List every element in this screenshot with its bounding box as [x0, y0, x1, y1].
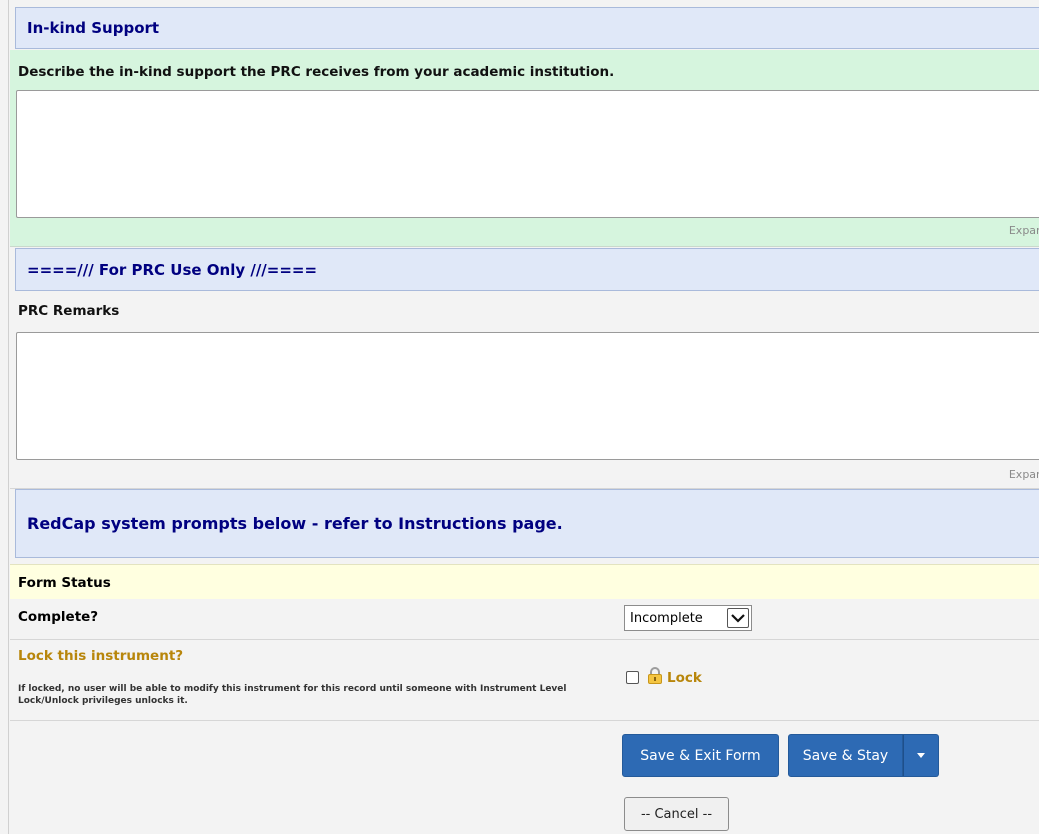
in-kind-field-row: Describe the in-kind support the PRC rec… [10, 50, 1039, 247]
lock-description: If locked, no user will be able to modif… [18, 684, 567, 706]
lock-control: Lock [626, 667, 702, 688]
section-title: RedCap system prompts below - refer to I… [27, 514, 563, 533]
complete-select[interactable]: Incomplete [624, 605, 752, 631]
caret-down-icon [917, 753, 925, 758]
lock-row: Lock this instrument? If locked, no user… [10, 640, 1039, 721]
lock-icon [647, 667, 663, 688]
chevron-down-icon[interactable] [727, 608, 749, 628]
lock-checkbox[interactable] [626, 671, 639, 684]
lock-label: Lock [667, 669, 702, 686]
form-container: In-kind Support Describe the in-kind sup… [8, 0, 1039, 834]
expand-link-prc-remarks[interactable]: Expand [1009, 468, 1039, 481]
cancel-button[interactable]: -- Cancel -- [624, 797, 729, 831]
section-title: ====/// For PRC Use Only ///==== [27, 260, 318, 279]
field-label-in-kind: Describe the in-kind support the PRC rec… [18, 64, 615, 80]
complete-select-value: Incomplete [630, 610, 703, 626]
form-status-title: Form Status [18, 575, 111, 591]
save-options-dropdown-button[interactable] [903, 734, 939, 777]
button-row: Save & Exit Form Save & Stay -- Cancel -… [10, 721, 1039, 834]
section-header-in-kind: In-kind Support [15, 7, 1039, 49]
form-status-header: Form Status [10, 564, 1039, 600]
prc-remarks-textarea[interactable] [16, 332, 1039, 460]
prc-remarks-field-row: PRC Remarks Expand [10, 292, 1039, 489]
field-label-prc-remarks: PRC Remarks [18, 303, 120, 319]
complete-row: Complete? Incomplete [10, 599, 1039, 640]
section-header-system: RedCap system prompts below - refer to I… [15, 489, 1039, 558]
lock-title: Lock this instrument? [18, 648, 184, 664]
save-exit-button[interactable]: Save & Exit Form [622, 734, 779, 777]
section-header-prc-use: ====/// For PRC Use Only ///==== [15, 248, 1039, 291]
in-kind-textarea[interactable] [16, 90, 1039, 218]
lock-label-wrap: Lock [647, 667, 702, 688]
expand-link-in-kind[interactable]: Expand [1009, 224, 1039, 237]
complete-label: Complete? [18, 609, 99, 625]
save-stay-button[interactable]: Save & Stay [788, 734, 903, 777]
section-title: In-kind Support [27, 19, 160, 37]
